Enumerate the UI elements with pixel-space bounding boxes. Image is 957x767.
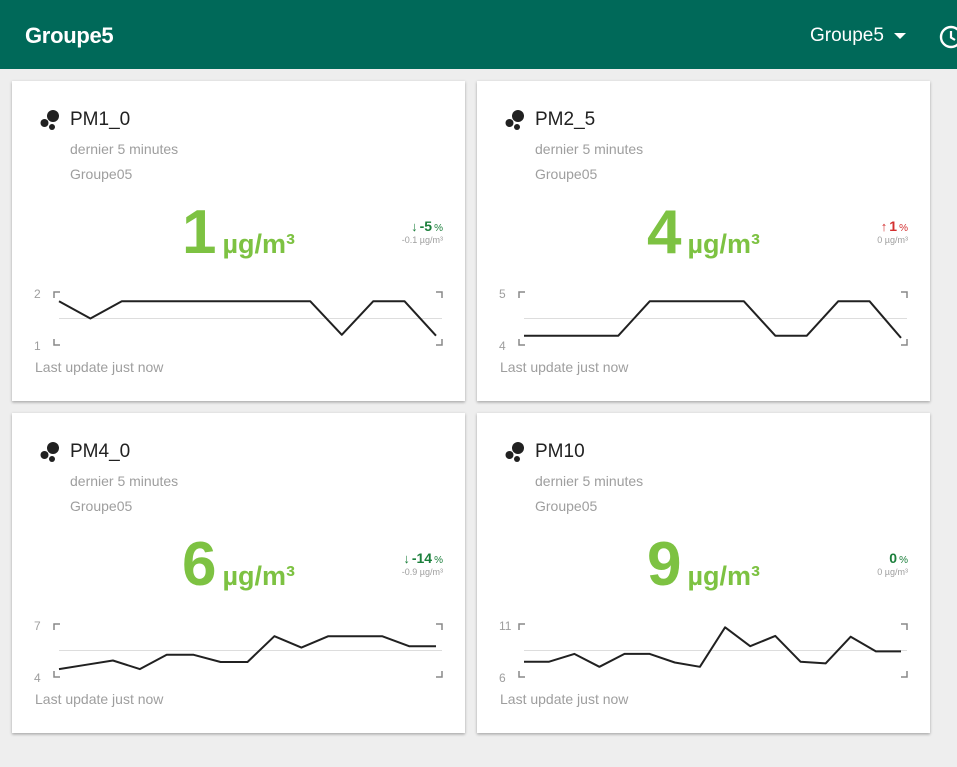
value-number: 9	[646, 530, 682, 599]
bracket-top-left	[518, 291, 525, 298]
trend-arrow-icon: ↑	[880, 219, 888, 234]
sparkline-series	[524, 626, 901, 668]
bracket-top-right	[436, 623, 443, 630]
bracket-bottom-right	[901, 339, 908, 346]
particles-icon	[38, 108, 62, 137]
sensor-card-pm2-5[interactable]: PM2_5 dernier 5 minutes Groupe05 4 µg/m³…	[477, 81, 930, 401]
sensor-name: PM10	[535, 441, 585, 462]
group-select[interactable]: Groupe5	[810, 25, 906, 47]
percent-sign: %	[434, 555, 443, 566]
bracket-bottom-right	[436, 339, 443, 346]
axis-max-label: 11	[499, 619, 512, 633]
app-title: Groupe5	[25, 23, 114, 48]
group-select-label: Groupe5	[810, 25, 884, 46]
percent-sign: %	[899, 555, 908, 566]
delta-indicator: ↓ -14% -0.9 µg/m³	[402, 550, 443, 577]
current-value: 6 µg/m³	[12, 530, 465, 600]
bracket-top-right	[436, 291, 443, 298]
last-update: Last update just now	[500, 359, 629, 375]
time-window: dernier 5 minutes	[70, 473, 179, 489]
delta-percent-value: 1	[889, 218, 898, 234]
delta-percent: ↓ -5%	[402, 218, 443, 234]
bracket-top-left	[53, 291, 60, 298]
sparkline-chart: 21	[34, 287, 443, 353]
time-window: dernier 5 minutes	[70, 141, 179, 157]
bracket-top-left	[53, 623, 60, 630]
axis-min-label: 1	[34, 339, 41, 353]
bracket-bottom-left	[53, 671, 60, 678]
delta-percent-value: -14	[411, 550, 433, 566]
sparkline-chart: 11 6	[499, 619, 908, 685]
delta-indicator: 0% 0 µg/m³	[877, 550, 908, 577]
last-update: Last update just now	[500, 691, 629, 707]
last-update: Last update just now	[35, 359, 164, 375]
percent-sign: %	[434, 223, 443, 234]
bracket-top-left	[518, 623, 525, 630]
group-name: Groupe05	[70, 498, 133, 514]
delta-absolute: -0.1 µg/m³	[401, 235, 443, 245]
top-app-bar: Groupe5 Groupe5	[0, 0, 957, 69]
axis-min-label: 4	[499, 339, 506, 353]
delta-absolute: 0 µg/m³	[877, 235, 908, 245]
sensor-card-pm4-0[interactable]: PM4_0 dernier 5 minutes Groupe05 6 µg/m³…	[12, 413, 465, 733]
group-name: Groupe05	[535, 498, 598, 514]
sparkline-series	[524, 300, 902, 339]
current-value: 9 µg/m³	[477, 530, 930, 600]
value-number: 6	[181, 530, 217, 599]
sensor-name: PM2_5	[535, 109, 596, 130]
sparkline-chart: 54	[499, 287, 908, 353]
value-unit: µg/m³	[222, 561, 296, 591]
bracket-bottom-left	[53, 339, 60, 346]
time-window: dernier 5 minutes	[535, 141, 644, 157]
axis-max-label: 5	[499, 287, 506, 301]
sensor-name: PM1_0	[70, 109, 131, 130]
delta-percent-value: -5	[419, 218, 433, 234]
bracket-bottom-left	[518, 339, 525, 346]
last-update: Last update just now	[35, 691, 164, 707]
group-name: Groupe05	[70, 166, 133, 182]
delta-absolute: -0.9 µg/m³	[401, 567, 443, 577]
value-unit: µg/m³	[222, 229, 296, 259]
percent-sign: %	[899, 223, 908, 234]
delta-percent-value: 0	[889, 550, 898, 566]
history-icon[interactable]	[938, 24, 957, 55]
trend-arrow-icon: ↓	[403, 551, 410, 566]
particles-icon	[503, 440, 527, 469]
particles-icon	[38, 440, 62, 469]
bracket-top-right	[901, 291, 908, 298]
bracket-bottom-right	[901, 671, 908, 678]
delta-absolute: 0 µg/m³	[877, 567, 908, 577]
sensor-card-pm1-0[interactable]: PM1_0 dernier 5 minutes Groupe05 1 µg/m³…	[12, 81, 465, 401]
delta-percent: ↑ 1%	[877, 218, 908, 234]
delta-indicator: ↓ -5% -0.1 µg/m³	[402, 218, 443, 245]
axis-max-label: 2	[34, 287, 41, 301]
trend-arrow-icon: ↓	[411, 219, 418, 234]
axis-min-label: 6	[499, 671, 506, 685]
caret-down-icon	[893, 33, 906, 39]
value-unit: µg/m³	[687, 229, 761, 259]
bracket-bottom-right	[436, 671, 443, 678]
time-window: dernier 5 minutes	[535, 473, 644, 489]
axis-min-label: 4	[34, 671, 41, 685]
bracket-bottom-left	[518, 671, 525, 678]
current-value: 4 µg/m³	[477, 198, 930, 268]
current-value: 1 µg/m³	[12, 198, 465, 268]
sparkline-series	[58, 635, 436, 671]
delta-indicator: ↑ 1% 0 µg/m³	[877, 218, 908, 245]
sensor-card-pm10[interactable]: PM10 dernier 5 minutes Groupe05 9 µg/m³ …	[477, 413, 930, 733]
bracket-top-right	[901, 623, 908, 630]
value-number: 4	[646, 198, 682, 267]
delta-percent: ↓ -14%	[402, 550, 443, 566]
value-unit: µg/m³	[687, 561, 761, 591]
delta-percent: 0%	[877, 550, 908, 566]
axis-max-label: 7	[34, 619, 41, 633]
particles-icon	[503, 108, 527, 137]
sparkline-chart: 74	[34, 619, 443, 685]
value-number: 1	[181, 198, 217, 267]
group-name: Groupe05	[535, 166, 598, 182]
sensor-name: PM4_0	[70, 441, 131, 462]
